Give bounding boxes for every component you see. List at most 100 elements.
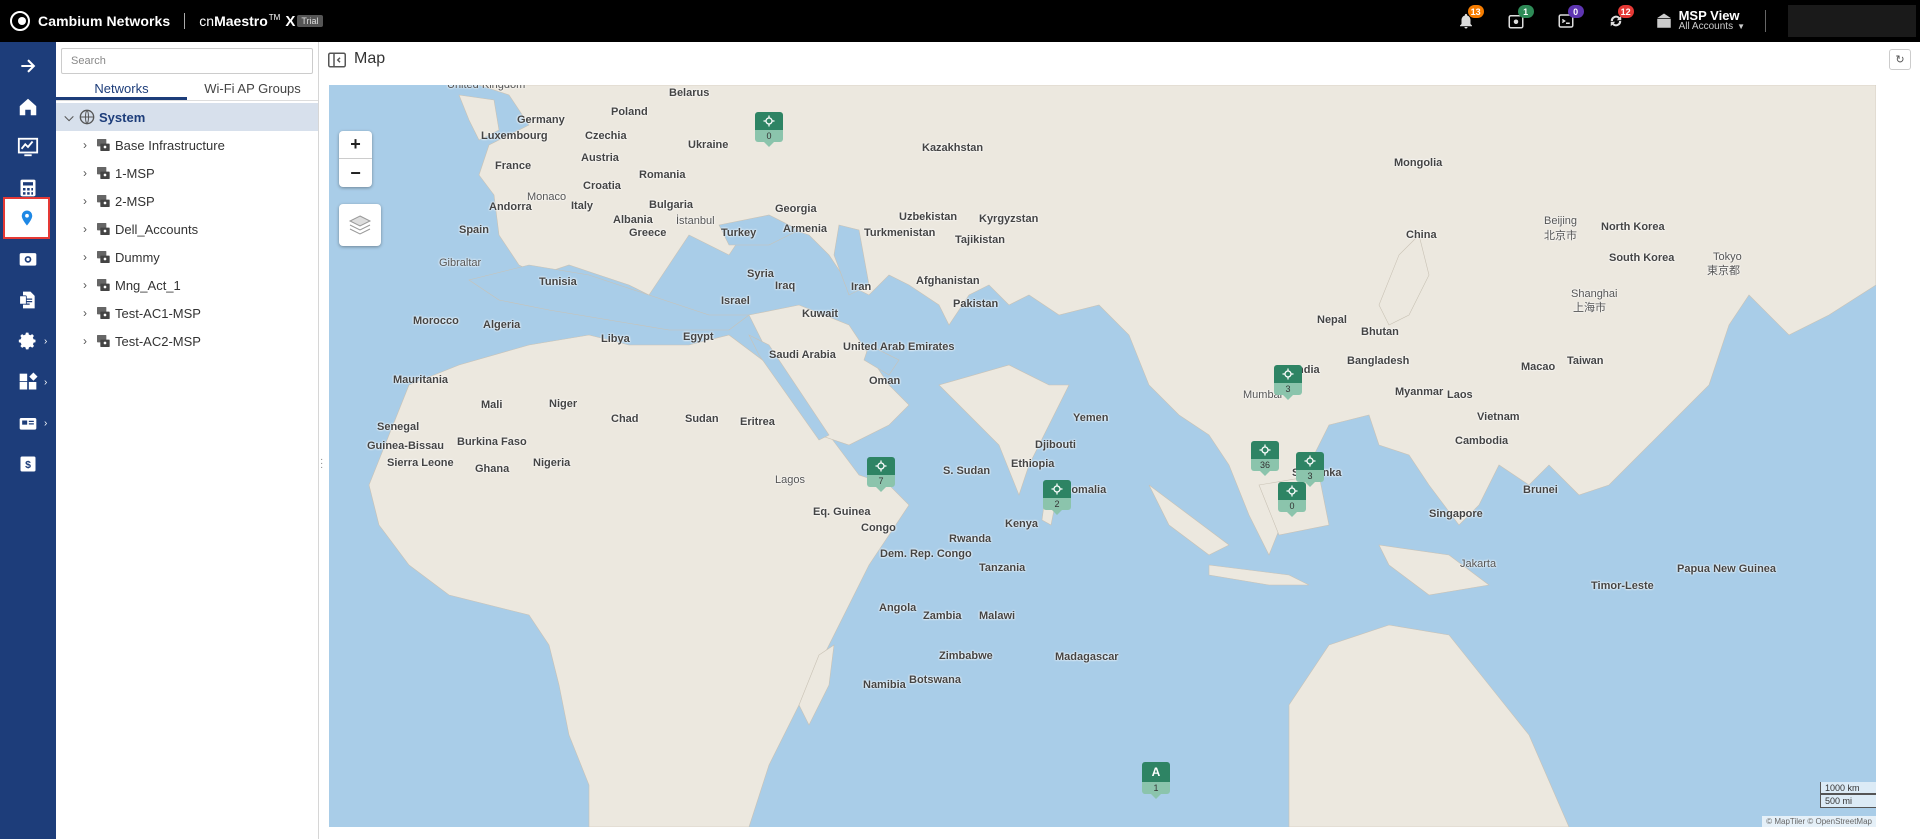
crosshair-icon [763,115,775,127]
refresh-button[interactable]: ↻ [1889,49,1911,70]
scale-km: 1000 km [1820,782,1876,795]
network-icon [94,220,112,238]
page-title: Map [354,50,386,67]
tab-networks[interactable]: Networks [56,79,187,100]
map-canvas[interactable]: United Kingdom Belarus Germany Poland Luxemb… [329,85,1876,827]
tree-node[interactable]: › Test-AC2-MSP [56,327,318,355]
site-marker[interactable]: 3 [1274,365,1302,400]
ap-marker[interactable]: A 1 [1142,762,1170,799]
left-nav-rail: › › › $ [0,42,56,839]
map-label-malawi: Malawi [979,610,1016,622]
chevron-right-icon[interactable]: › [78,166,92,180]
sync-alert-button[interactable]: 12 [1591,0,1641,42]
nav-apps[interactable]: › [0,362,56,402]
map-label-rwanda: Rwanda [949,533,992,545]
user-menu[interactable] [1788,5,1916,37]
expand-nav-button[interactable] [0,46,56,86]
nav-wifi-camera[interactable] [0,239,56,279]
network-icon [94,248,112,266]
nav-settings[interactable]: › [0,321,56,361]
header-divider [1765,10,1766,32]
network-icon [94,276,112,294]
panel-resize-handle[interactable]: · · · [320,455,323,473]
refresh-icon: ↻ [1895,54,1905,66]
globe-icon [78,108,96,126]
dollar-icon: $ [20,456,36,472]
map-pin-icon [21,210,32,226]
zoom-in-button[interactable]: + [339,131,372,159]
network-icon [94,304,112,322]
layers-button[interactable] [339,204,381,246]
map-label-beijing: Beijing [1544,215,1578,227]
tree-node[interactable]: › 2-MSP [56,187,318,215]
site-marker[interactable]: 0 [1278,482,1306,517]
terminal-button[interactable]: 0 [1541,0,1591,42]
map-label-kyrgyzstan: Kyrgyzstan [979,213,1039,225]
marker-count: 2 [1043,498,1071,510]
settings-icon [18,332,36,350]
tree-node[interactable]: › Dummy [56,243,318,271]
search-input[interactable] [61,48,313,74]
map-label-bhutan: Bhutan [1361,326,1399,338]
map-label-bangladesh: Bangladesh [1347,355,1410,367]
map-label-laos: Laos [1447,389,1473,401]
map-label-vietnam: Vietnam [1477,411,1520,423]
map-label-chad: Chad [611,413,639,425]
gateway-icon [19,418,37,430]
map-label-lagos: Lagos [775,474,805,486]
map-label-angola: Angola [879,602,917,614]
chevron-right-icon[interactable]: › [78,306,92,320]
tree-node-label: 1-MSP [115,165,155,181]
expand-arrow-icon [21,59,36,73]
map-label-armenia: Armenia [783,223,828,235]
account-view-selector[interactable]: MSP View All Accounts ▼ [1655,9,1745,32]
tab-wifi-ap-groups[interactable]: Wi-Fi AP Groups [187,79,318,100]
site-marker[interactable]: 0 [755,112,783,147]
calculator-icon [20,179,36,197]
chevron-right-icon[interactable]: › [78,250,92,264]
site-marker[interactable]: 36 [1251,441,1279,476]
chevron-right-icon[interactable]: › [78,334,92,348]
map-label-poland: Poland [611,106,648,118]
tree-node[interactable]: › Mng_Act_1 [56,271,318,299]
map-label-zimbabwe: Zimbabwe [939,650,993,662]
nav-home[interactable] [0,87,56,127]
map-label-botswana: Botswana [909,674,961,686]
nav-dashboard[interactable] [0,127,56,167]
brand[interactable]: Cambium Networks cnMaestroTM X Trial [0,0,323,42]
nav-map[interactable] [3,197,50,239]
wifi-calendar-button[interactable]: 1 [1491,0,1541,42]
site-marker[interactable]: 2 [1043,480,1071,515]
tree-node-system[interactable]: ⌵ System [56,103,318,131]
map-attribution[interactable]: © MapTiler © OpenStreetMap [1762,816,1876,827]
tree-node[interactable]: › 1-MSP [56,159,318,187]
network-icon [94,164,112,182]
map-label-guinea-bissau: Guinea-Bissau [367,440,445,452]
sync-count: 12 [1617,5,1634,18]
nav-gateway[interactable]: › [0,403,56,443]
product-name: cnMaestroTM [199,13,281,29]
nav-reports[interactable] [0,280,56,320]
chevron-right-icon[interactable]: › [78,278,92,292]
tree-node-label: System [99,109,146,125]
chevron-right-icon[interactable]: › [78,222,92,236]
map-label-pakistan: Pakistan [953,298,999,310]
tree-node[interactable]: › Base Infrastructure [56,131,318,159]
map-label-north-korea: North Korea [1601,221,1665,233]
map-label-egypt: Egypt [683,331,714,343]
nav-billing[interactable]: $ [0,444,56,484]
chevron-right-icon[interactable]: › [78,194,92,208]
zoom-out-button[interactable]: − [339,159,372,187]
chevron-down-icon[interactable]: ⌵ [62,110,76,125]
marker-count: 3 [1296,470,1324,482]
site-marker[interactable]: 7 [867,457,895,492]
tree-node[interactable]: › Dell_Accounts [56,215,318,243]
map-label-andorra: Andorra [489,201,532,213]
notifications-button[interactable]: 13 [1441,0,1491,42]
chevron-right-icon[interactable]: › [78,138,92,152]
map-label-kuwait: Kuwait [802,308,839,320]
tree-node[interactable]: › Test-AC1-MSP [56,299,318,327]
marker-count: 3 [1274,383,1302,395]
network-icon [94,136,112,154]
toggle-panel-icon[interactable] [328,52,346,68]
